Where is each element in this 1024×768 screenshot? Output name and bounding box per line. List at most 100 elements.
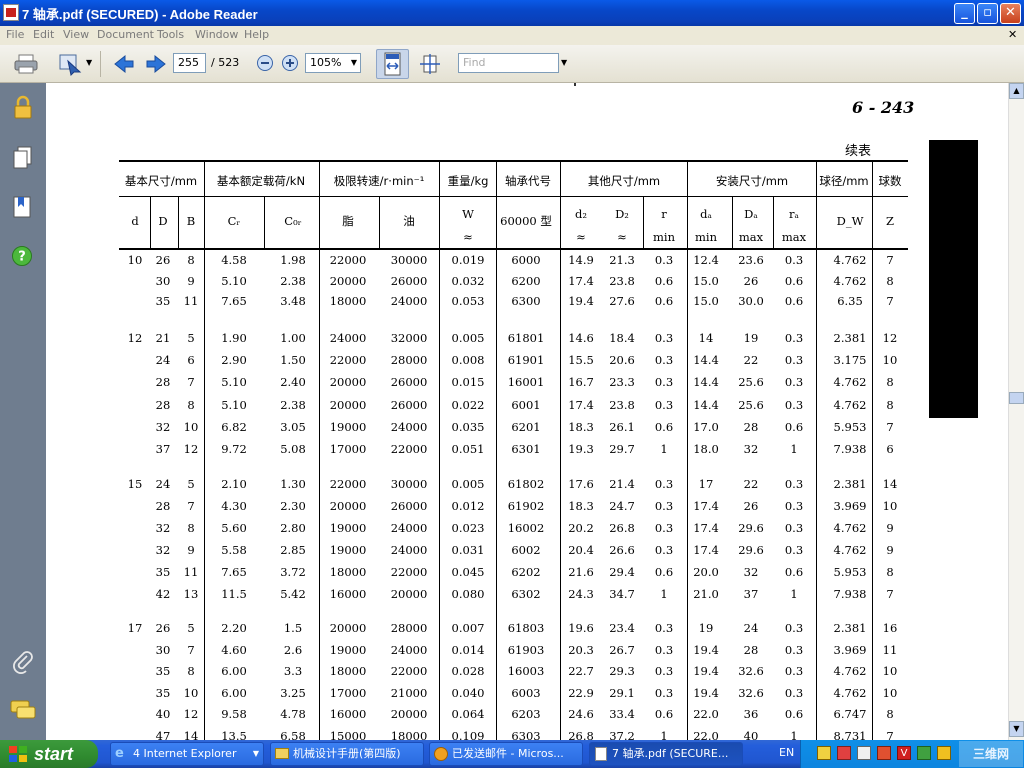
close-button[interactable]: ✕ xyxy=(1000,3,1021,24)
menu-window[interactable]: Window xyxy=(195,28,238,41)
tray-reader-icon[interactable] xyxy=(837,746,851,760)
table-cell: 17.4 xyxy=(693,521,719,535)
table-cell: 0.3 xyxy=(784,685,804,700)
table-cell: 0.3 xyxy=(784,664,804,679)
scroll-down-button[interactable]: ▼ xyxy=(1009,721,1024,737)
find-dropdown-icon[interactable]: ▼ xyxy=(561,58,567,67)
column-header: Cᵣ xyxy=(227,214,241,228)
lock-icon[interactable] xyxy=(11,95,35,119)
table-cell: 61802 xyxy=(507,477,545,491)
menu-bar: File Edit View Document Tools Window Hel… xyxy=(0,26,1024,45)
language-indicator[interactable]: EN xyxy=(779,746,794,759)
table-cell: 5.10 xyxy=(221,273,247,288)
scroll-up-button[interactable]: ▲ xyxy=(1009,83,1024,99)
menu-file[interactable]: File xyxy=(6,28,24,41)
minimize-button[interactable]: _ xyxy=(954,3,975,24)
menu-tools[interactable]: Tools xyxy=(157,28,184,41)
column-group-header: 球径/mm xyxy=(819,174,869,188)
table-cell: 0.6 xyxy=(784,294,804,308)
table-cell: 0.6 xyxy=(784,707,804,722)
table-cell: 0.109 xyxy=(451,729,485,740)
table-cell: 17 xyxy=(698,477,714,491)
column-group-header: 安装尺寸/mm xyxy=(715,174,789,188)
table-cell: 24000 xyxy=(390,294,428,308)
table-cell: 61903 xyxy=(507,642,545,657)
table-cell: 19000 xyxy=(329,419,367,434)
table-cell: 15.0 xyxy=(693,294,719,308)
table-cell: 5.08 xyxy=(280,442,306,456)
table-cell: 32000 xyxy=(390,331,428,345)
tray-security-icon[interactable] xyxy=(917,746,931,760)
table-cell: 2.80 xyxy=(280,521,306,535)
zoom-in-icon[interactable] xyxy=(281,54,299,72)
table-cell: 0.3 xyxy=(784,397,804,412)
comments-icon[interactable] xyxy=(10,698,36,722)
print-icon[interactable] xyxy=(14,53,38,75)
menu-help[interactable]: Help xyxy=(244,28,269,41)
table-cell: 2.40 xyxy=(280,375,306,390)
table-rule xyxy=(119,248,908,250)
tray-tool-icon[interactable] xyxy=(877,746,891,760)
table-cell: 0.008 xyxy=(451,353,485,368)
pages-icon[interactable] xyxy=(12,145,34,169)
table-cell: 0.012 xyxy=(451,499,485,513)
help-icon[interactable]: ? xyxy=(11,245,33,267)
taskbar-adobe-reader[interactable]: 7 轴承.pdf (SECURE... xyxy=(589,742,743,766)
start-label: start xyxy=(34,744,74,764)
table-cell: 0.015 xyxy=(451,375,485,390)
zoom-select[interactable]: 105% ▼ xyxy=(305,53,361,73)
taskbar-sent-mail[interactable]: 已发送邮件 - Micros... xyxy=(429,742,583,766)
menu-view[interactable]: View xyxy=(63,28,89,41)
table-cell: 10 xyxy=(882,353,898,368)
group-dropdown-icon: ▼ xyxy=(252,749,259,758)
taskbar-internet-explorer[interactable]: e 4 Internet Explorer ▼ xyxy=(110,742,264,766)
table-cell: 0.3 xyxy=(784,477,804,491)
table-cell: 7 xyxy=(886,587,894,601)
tray-antivirus-icon[interactable]: V xyxy=(897,746,911,760)
page-number-input[interactable]: 255 xyxy=(173,53,206,73)
table-cell: 6200 xyxy=(511,273,541,288)
table-rule xyxy=(264,196,265,248)
fit-width-button[interactable] xyxy=(376,49,409,79)
table-cell: 17000 xyxy=(329,442,367,456)
table-cell: 61902 xyxy=(507,499,545,513)
select-dropdown-icon[interactable]: ▼ xyxy=(86,58,92,67)
table-cell: 1.00 xyxy=(280,331,306,345)
document-close-icon[interactable]: ✕ xyxy=(1008,28,1017,41)
table-cell: 9.58 xyxy=(221,707,247,722)
taskbar-mechanical-handbook[interactable]: 机械设计手册(第四版) xyxy=(270,742,424,766)
maximize-button[interactable]: ▫ xyxy=(977,3,998,24)
table-cell: 6.00 xyxy=(221,664,247,679)
zoom-out-icon[interactable] xyxy=(256,54,274,72)
column-header: rₐ xyxy=(789,207,799,221)
document-page: 6 - 243 续表 基本尺寸/mm 基本额定载荷/kN 极限转速/r·min⁻¹ 重… xyxy=(46,83,1008,740)
column-header-sub: max xyxy=(781,230,807,244)
select-tool-icon[interactable] xyxy=(58,52,84,76)
scroll-thumb[interactable] xyxy=(1009,392,1024,404)
tray-network-icon[interactable] xyxy=(857,746,871,760)
table-cell: 19 xyxy=(698,621,714,635)
table-cell: 9 xyxy=(886,543,894,557)
tray-app-icon[interactable] xyxy=(817,746,831,760)
fit-page-icon[interactable] xyxy=(419,53,441,75)
table-cell: 22000 xyxy=(390,565,428,579)
table-cell: 17.0 xyxy=(693,419,719,434)
attachments-icon[interactable] xyxy=(11,650,35,674)
column-header-sub: max xyxy=(738,230,764,244)
start-button[interactable]: start xyxy=(0,740,98,768)
table-cell: 0.035 xyxy=(451,419,485,434)
table-cell: 16000 xyxy=(329,587,367,601)
menu-document[interactable]: Document xyxy=(97,28,154,41)
menu-edit[interactable]: Edit xyxy=(33,28,54,41)
table-cell: 20000 xyxy=(390,707,428,722)
find-input[interactable]: Find xyxy=(458,53,559,73)
vertical-scrollbar[interactable]: ▲ ▼ xyxy=(1008,83,1024,740)
table-cell: 6.00 xyxy=(221,685,247,700)
previous-page-icon[interactable] xyxy=(113,54,135,74)
table-cell: 0.007 xyxy=(451,621,485,635)
tray-alert-icon[interactable] xyxy=(937,746,951,760)
svg-text:?: ? xyxy=(18,250,26,265)
table-cell: 6201 xyxy=(511,419,541,434)
bookmarks-icon[interactable] xyxy=(12,195,34,219)
next-page-icon[interactable] xyxy=(145,54,167,74)
